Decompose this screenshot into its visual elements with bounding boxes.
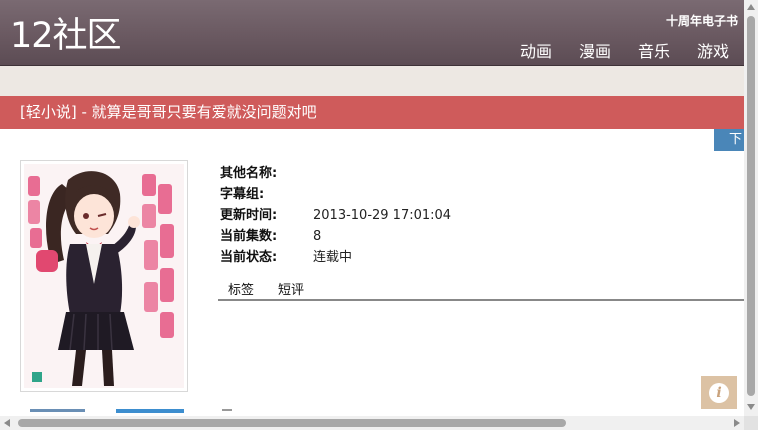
scroll-right-arrow-icon[interactable] [734, 419, 740, 427]
detail-label: 字幕组: [220, 187, 265, 202]
cover-illustration [24, 164, 184, 388]
info-icon: i [709, 382, 729, 403]
bottom-tab-indicator[interactable] [222, 409, 232, 411]
detail-label: 当前集数: [220, 229, 278, 244]
detail-value: 连载中 [313, 250, 353, 265]
bottom-tab-strip [0, 409, 744, 415]
nav-item-games[interactable]: 游戏 [697, 38, 729, 62]
tab-tags[interactable]: 标签 [218, 281, 264, 299]
info-button[interactable]: i [701, 376, 737, 409]
site-logo[interactable]: 12社区 [10, 14, 122, 58]
download-tab[interactable]: 下 [714, 129, 744, 151]
content-tabs: 标签 短评 [218, 281, 744, 301]
bottom-tab-indicator[interactable] [30, 409, 85, 412]
main-nav: 动画 漫画 音乐 游戏 [520, 38, 729, 62]
scroll-left-arrow-icon[interactable] [4, 419, 10, 427]
horizontal-scrollbar[interactable] [0, 416, 744, 430]
header-band [0, 66, 744, 96]
scroll-up-arrow-icon[interactable] [747, 4, 755, 10]
nav-item-manga[interactable]: 漫画 [579, 38, 611, 62]
detail-row-episodes: 当前集数: 8 [220, 226, 451, 247]
vertical-scroll-thumb[interactable] [747, 16, 755, 396]
detail-label: 当前状态: [220, 250, 278, 265]
detail-value: 2013-10-29 17:01:04 [313, 208, 452, 223]
ebook-link[interactable]: 十周年电子书 [666, 12, 738, 29]
page-title: [轻小说] - 就算是哥哥只要有爱就没问题对吧 [0, 96, 744, 129]
bottom-tab-indicator-active[interactable] [116, 409, 184, 413]
detail-row-subtitle-group: 字幕组: [220, 184, 451, 205]
detail-label: 其他名称: [220, 166, 278, 181]
detail-row-other-names: 其他名称: [220, 163, 451, 184]
detail-row-updated: 更新时间: 2013-10-29 17:01:04 [220, 205, 451, 226]
detail-row-status: 当前状态: 连载中 [220, 247, 451, 268]
detail-value: 8 [313, 229, 322, 244]
nav-item-music[interactable]: 音乐 [638, 38, 670, 62]
scrollbar-corner [744, 416, 758, 430]
nav-item-anime[interactable]: 动画 [520, 38, 552, 62]
scroll-down-arrow-icon[interactable] [747, 404, 755, 410]
detail-label: 更新时间: [220, 208, 278, 223]
vertical-scrollbar[interactable] [744, 0, 758, 416]
site-header: 12社区 十周年电子书 动画 漫画 音乐 游戏 [0, 0, 744, 66]
detail-list: 其他名称: 字幕组: 更新时间: 2013-10-29 17:01:04 当前集… [220, 163, 451, 268]
cover-image [20, 160, 188, 392]
horizontal-scroll-thumb[interactable] [18, 419, 566, 427]
tab-reviews[interactable]: 短评 [268, 281, 314, 299]
